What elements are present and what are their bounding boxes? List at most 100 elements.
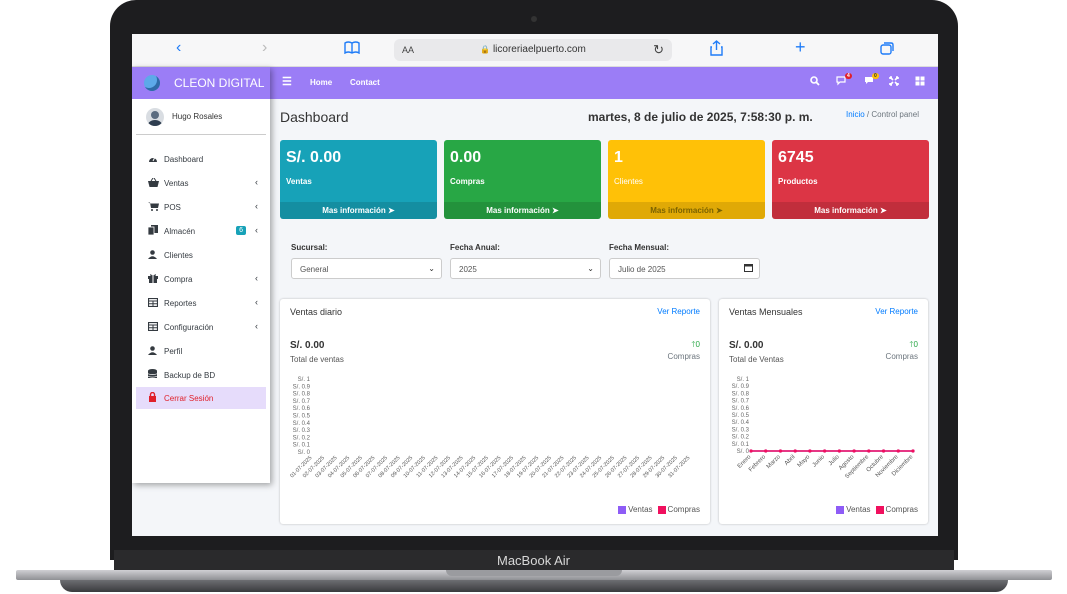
share-icon[interactable]	[710, 40, 723, 61]
more-info-label: Mas información	[486, 206, 550, 215]
legend-compras[interactable]: Compras	[668, 505, 700, 514]
chevron-left-icon: ‹	[255, 225, 258, 235]
stat-card-ventas: S/. 0.00 Ventas Mas información ➤	[280, 140, 437, 219]
data-point-compras	[867, 449, 871, 453]
total-amount: S/. 0.00	[290, 340, 325, 351]
calendar-icon[interactable]	[744, 263, 753, 274]
stat-label: Productos	[778, 177, 818, 186]
grid-icon[interactable]	[915, 76, 925, 89]
sidebar-item-label: Ventas	[164, 178, 189, 188]
url-bar[interactable]: AA 🔒 licoreriaelpuerto.com ↻	[394, 39, 672, 61]
fullscreen-icon[interactable]	[889, 76, 899, 89]
legend-compras[interactable]: Compras	[886, 505, 918, 514]
sidebar-item-perfil[interactable]: Perfil	[132, 339, 270, 363]
messages-badge: 4	[845, 73, 852, 79]
basket-icon	[148, 177, 159, 189]
anual-select[interactable]: 2025 ⌄	[450, 258, 601, 279]
sidebar-item-label: Backup de BD	[164, 370, 216, 380]
y-tick-label: S/. 1	[298, 377, 311, 383]
forward-icon[interactable]: ›	[262, 39, 267, 57]
sidebar-item-almacen[interactable]: Almacén 6 ‹	[132, 219, 270, 243]
x-tick-label: Marzo	[766, 454, 782, 470]
sidebar-item-pos[interactable]: POS ‹	[132, 195, 270, 219]
table-icon	[147, 321, 159, 333]
main-content: Dashboard martes, 8 de julio de 2025, 7:…	[270, 99, 938, 536]
stat-label: Ventas	[286, 177, 312, 186]
stat-value: 6745	[778, 149, 814, 166]
sidebar-item-configuracion[interactable]: Configuración ‹	[132, 315, 270, 339]
breadcrumb-current: Control panel	[871, 110, 919, 119]
y-tick-label: S/. 0.8	[732, 391, 750, 397]
data-point-compras	[764, 449, 768, 453]
change-indicator: 🡑0	[909, 339, 918, 353]
sidebar-item-logout[interactable]: Cerrar Sesión	[136, 387, 266, 409]
brand-link[interactable]: CLEON DIGITAL	[132, 67, 270, 99]
view-report-link[interactable]: Ver Reporte	[657, 307, 700, 316]
view-report-link[interactable]: Ver Reporte	[875, 307, 918, 316]
mensual-input[interactable]: Julio de 2025	[609, 258, 760, 279]
sucursal-value: General	[300, 265, 329, 274]
device-label: MacBook Air	[497, 553, 570, 568]
mensual-label: Fecha Mensual:	[609, 243, 670, 252]
total-amount: S/. 0.00	[729, 340, 764, 351]
breadcrumb-home[interactable]: Inicio	[846, 110, 865, 119]
back-icon[interactable]: ‹	[176, 39, 181, 57]
data-point-compras	[852, 449, 856, 453]
compras-caption: Compras	[667, 352, 700, 361]
stat-card-clientes: 1 Clientes Mas información ➤	[608, 140, 765, 219]
sidebar-item-backup-de-bd[interactable]: Backup de BD	[132, 363, 270, 387]
camera	[531, 16, 537, 22]
nav-contact[interactable]: Contact	[350, 78, 380, 87]
tabs-icon[interactable]	[880, 42, 894, 60]
search-icon[interactable]	[810, 76, 820, 89]
sidebar-item-ventas[interactable]: Ventas ‹	[132, 171, 270, 195]
brand-name: CLEON DIGITAL	[174, 76, 265, 90]
more-info-link[interactable]: Mas información ➤	[772, 202, 929, 219]
chevron-left-icon: ‹	[255, 273, 258, 283]
legend-swatch-compras	[875, 505, 884, 514]
y-tick-label: S/. 0.3	[732, 427, 750, 433]
sucursal-select[interactable]: General ⌄	[291, 258, 442, 279]
data-point-compras	[837, 449, 841, 453]
sidebar-item-compra[interactable]: Compra ‹	[132, 267, 270, 291]
reload-icon[interactable]: ↻	[653, 42, 664, 58]
table-icon	[147, 297, 159, 309]
laptop-base-bottom	[60, 580, 1008, 592]
more-info-link[interactable]: Mas información ➤	[608, 202, 765, 219]
more-info-link[interactable]: Mas información ➤	[280, 202, 437, 219]
chevron-left-icon: ‹	[255, 201, 258, 211]
user-icon	[148, 249, 159, 261]
sidebar-item-reportes[interactable]: Reportes ‹	[132, 291, 270, 315]
more-info-link[interactable]: Mas información ➤	[444, 202, 601, 219]
chevron-left-icon: ‹	[255, 321, 258, 331]
data-point-compras	[749, 449, 753, 453]
avatar	[146, 107, 164, 126]
y-tick-label: S/. 0.1	[732, 442, 750, 448]
nav-home[interactable]: Home	[310, 78, 332, 87]
arrow-circle-right-icon: ➤	[880, 206, 887, 215]
sidebar-item-dashboard[interactable]: Dashboard	[132, 147, 270, 171]
more-info-label: Mas información	[814, 206, 878, 215]
sidebar-item-clientes[interactable]: Clientes	[132, 243, 270, 267]
y-tick-label: S/. 0.4	[732, 420, 750, 426]
top-navbar: ☰ Home Contact 4 0	[270, 67, 938, 99]
hamburger-icon[interactable]: ☰	[282, 75, 292, 88]
legend-swatch-ventas	[618, 505, 627, 514]
chart-legend: Ventas Compras	[831, 505, 918, 514]
new-tab-icon[interactable]: +	[795, 37, 806, 58]
legend-ventas[interactable]: Ventas	[846, 505, 870, 514]
sidebar-item-label: Compra	[164, 274, 193, 284]
sidebar-badge: 6	[236, 226, 246, 235]
lock-icon: 🔒	[480, 45, 491, 54]
bookmarks-icon[interactable]	[344, 41, 360, 57]
compras-caption: Compras	[885, 352, 918, 361]
panel-title: Ventas Mensuales	[729, 307, 803, 317]
sidebar-item-label: Perfil	[164, 346, 183, 356]
y-tick-label: S/. 0.6	[732, 406, 750, 412]
y-tick-label: S/. 0.5	[732, 413, 750, 419]
legend-ventas[interactable]: Ventas	[628, 505, 652, 514]
more-info-label: Mas información	[322, 206, 386, 215]
user-panel[interactable]: Hugo Rosales	[136, 99, 266, 135]
x-tick-label: Febrero	[748, 454, 768, 474]
x-tick-label: Abril	[784, 454, 797, 467]
